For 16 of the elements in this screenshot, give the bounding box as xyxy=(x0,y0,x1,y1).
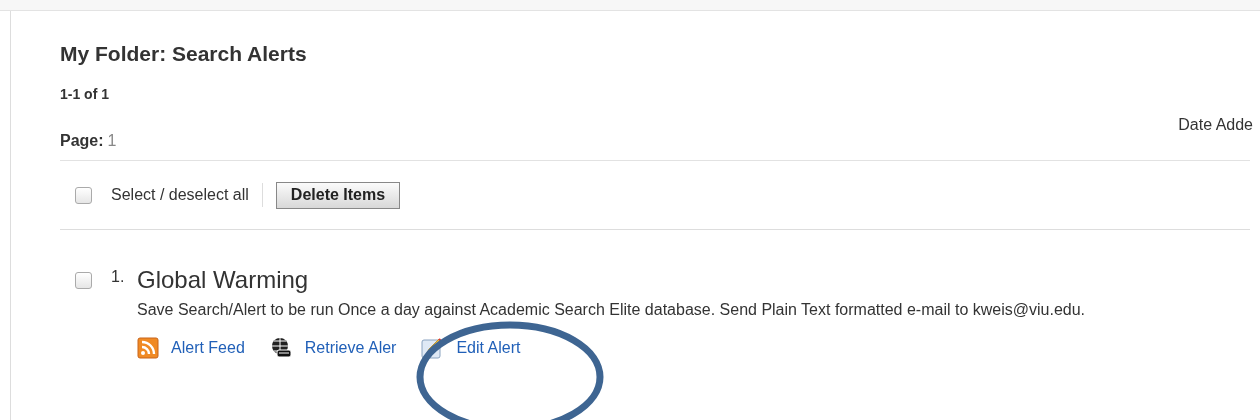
sort-label[interactable]: Date Adde xyxy=(1178,116,1253,134)
select-all-checkbox[interactable] xyxy=(75,186,92,204)
action-link[interactable]: Alert Feed xyxy=(171,339,245,357)
rss-icon xyxy=(137,337,159,359)
alert-checkbox[interactable] xyxy=(75,272,92,289)
page-label: Page: xyxy=(60,132,104,149)
action-link[interactable]: Edit Alert xyxy=(456,339,521,357)
select-all-label[interactable]: Select / deselect all xyxy=(111,186,262,204)
page-number-link[interactable]: 1 xyxy=(107,132,117,149)
alert-title-link[interactable]: Global Warming xyxy=(137,266,1187,294)
delete-items-button[interactable]: Delete Items xyxy=(275,181,401,209)
result-count: 1-1 of 1 xyxy=(60,86,110,102)
page-title: My Folder: Search Alerts xyxy=(60,41,308,67)
action-link[interactable]: Retrieve Aler xyxy=(304,339,397,357)
alert-description: Save Search/Alert to be run Once a day against Academic Search Elite database. Send Plain Text formatted e-mail to kweis@viu.edu. xyxy=(137,300,1086,320)
item-number: 1. xyxy=(111,268,126,286)
